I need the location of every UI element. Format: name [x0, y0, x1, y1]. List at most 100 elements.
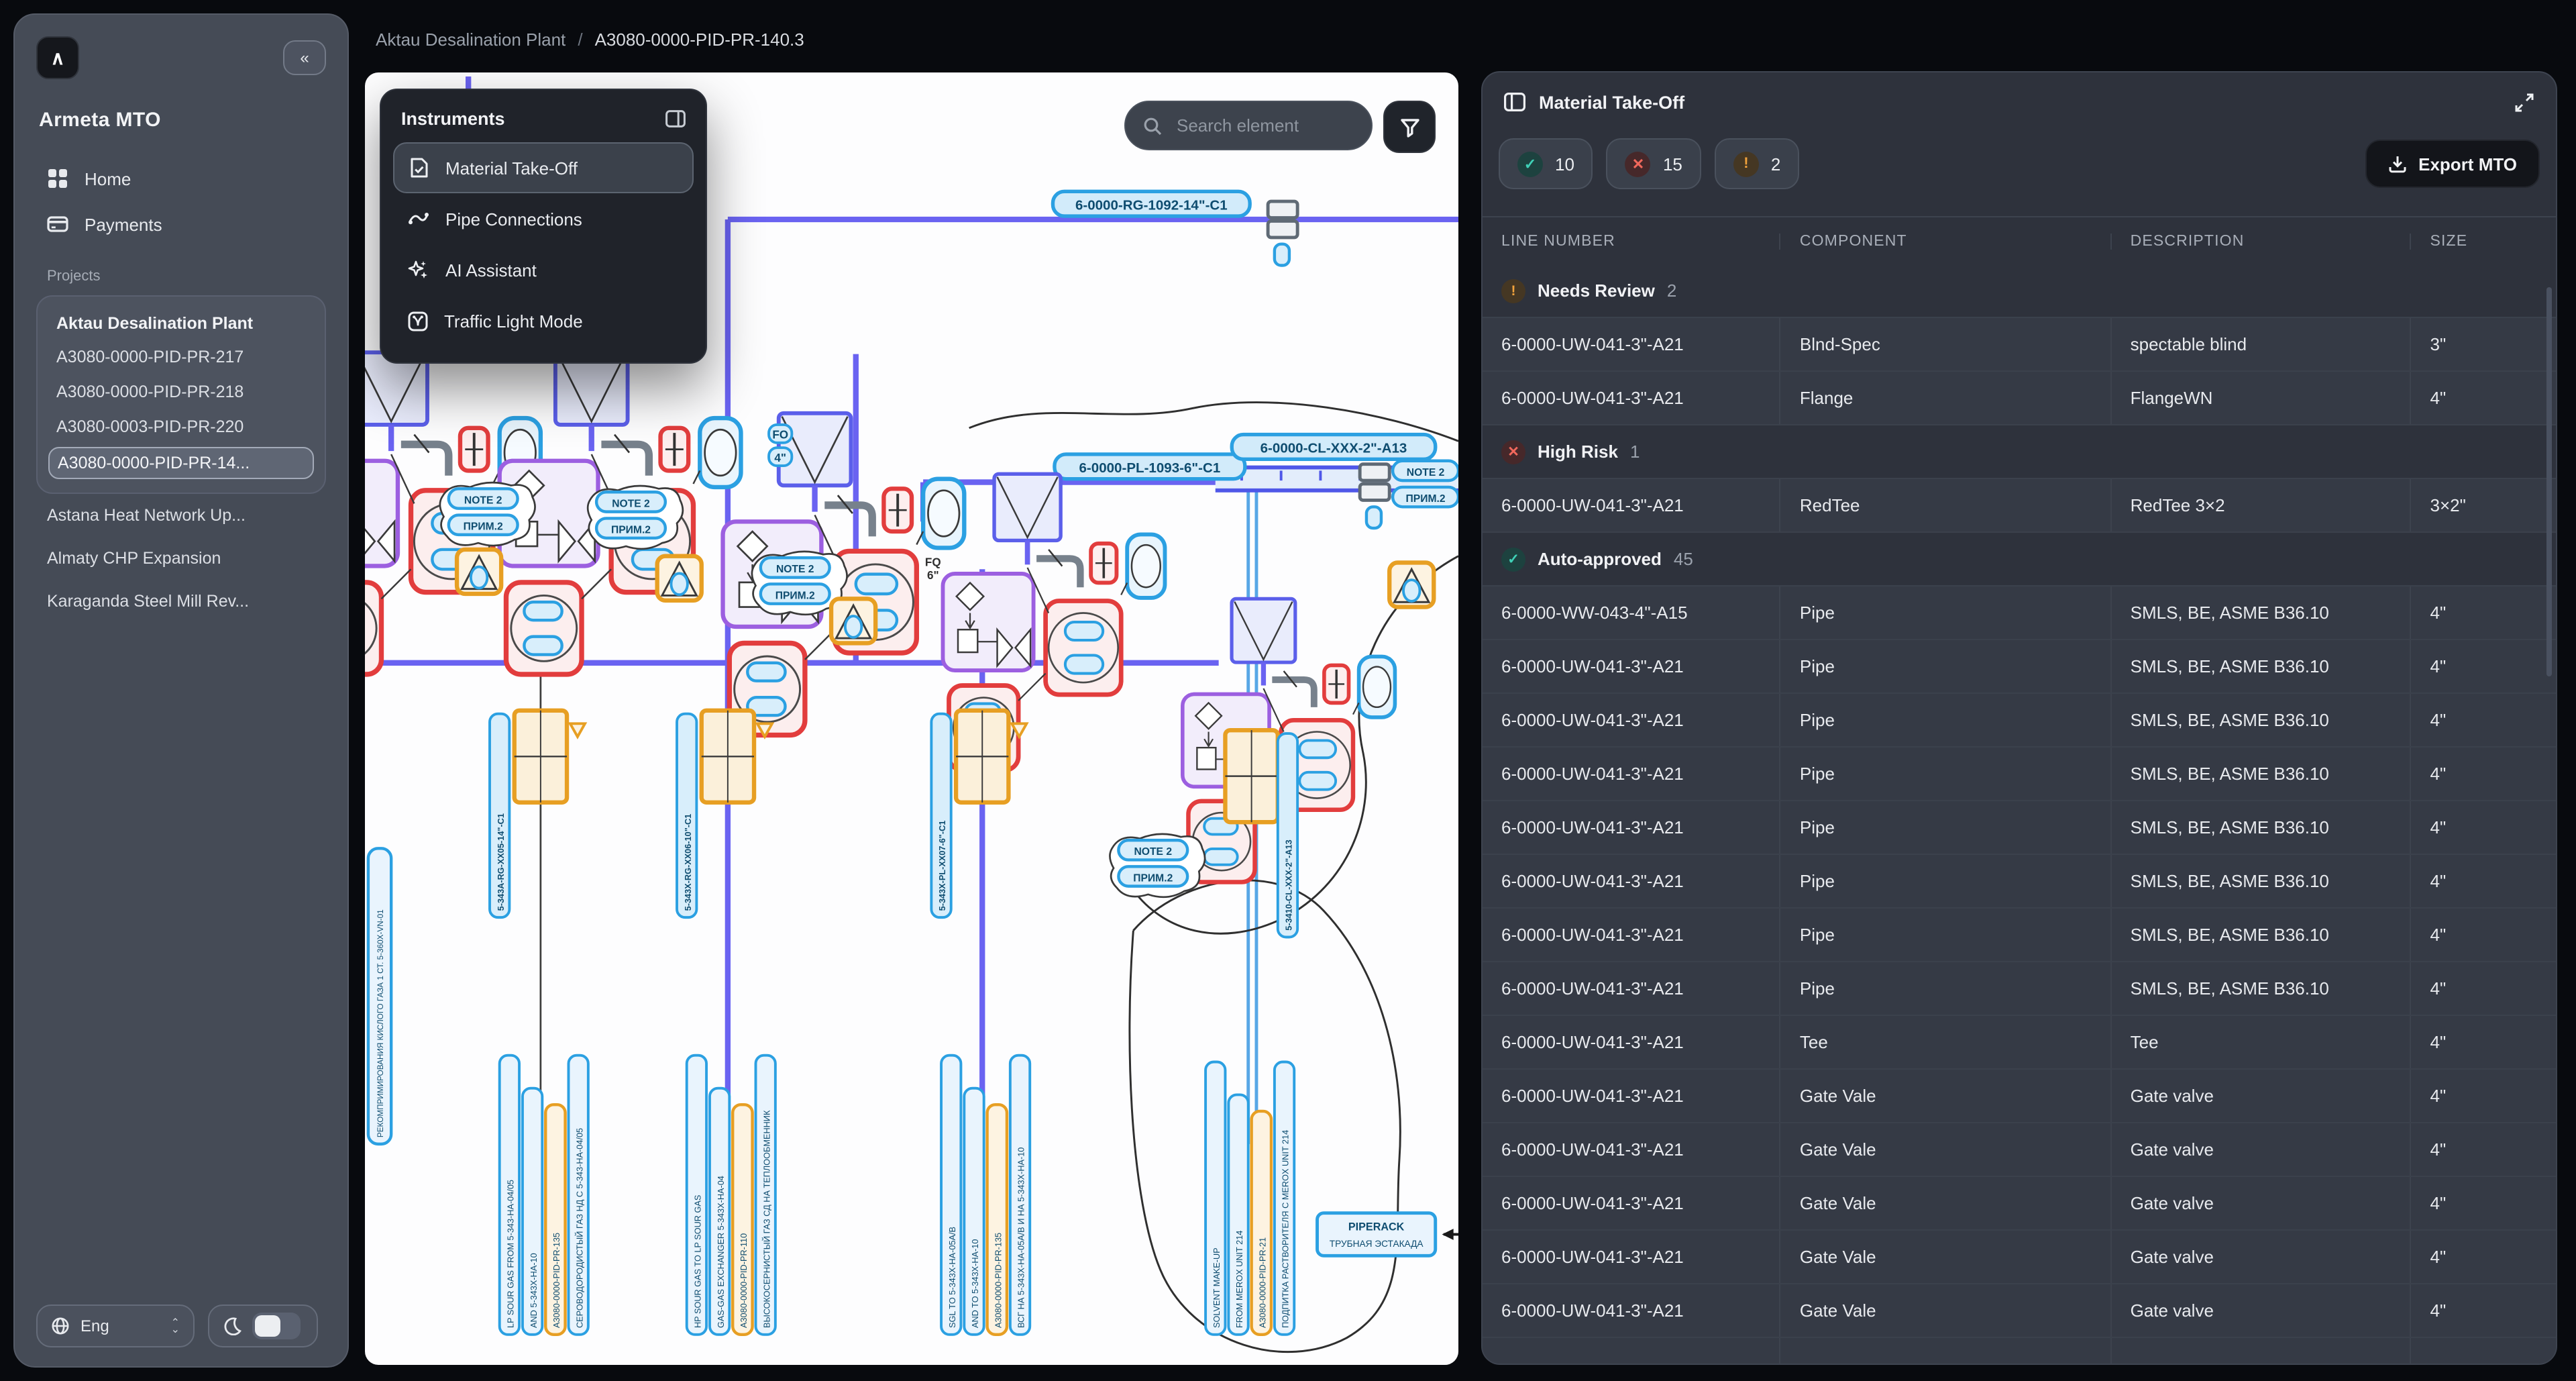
table-cell: 6-0000-UW-041-3"-A21: [1483, 1284, 1780, 1337]
filter-button[interactable]: [1383, 101, 1436, 153]
svg-text:PIPERACK: PIPERACK: [1348, 1221, 1405, 1233]
table-row[interactable]: 6-0000-UW-041-3"-A21PipeSMLS, BE, ASME B…: [1483, 694, 2556, 748]
table-cell: spectable blind: [2110, 318, 2410, 370]
search-bar[interactable]: [1124, 101, 1373, 150]
instruments-panel: Instruments Material Take-Off Pipe Conne…: [380, 89, 707, 364]
table-row[interactable]: 6-0000-UW-041-3"-A21PipeSMLS, BE, ASME B…: [1483, 748, 2556, 801]
table-row[interactable]: 6-0000-UW-041-3"-A21PipeSMLS, BE, ASME B…: [1483, 962, 2556, 1016]
instrument-item-ai-assistant[interactable]: AI Assistant: [393, 244, 694, 295]
table-cell: SMLS, BE, ASME B36.10: [2110, 748, 2410, 800]
sidebar-item-home[interactable]: Home: [36, 156, 326, 201]
theme-switch[interactable]: [252, 1313, 301, 1339]
element-tag[interactable]: [1366, 507, 1381, 528]
language-select[interactable]: Eng ⌃⌄: [36, 1305, 195, 1347]
table-cell: RedTee: [1780, 479, 2110, 531]
table-cell: 6-0000-UW-041-3"-A21: [1483, 318, 1780, 370]
line-tag[interactable]: 6-0000-PL-1093-6"-C1: [1055, 454, 1245, 479]
table-row[interactable]: 6-0000-UW-041-3"-A21FlangeFlangeWN4": [1483, 372, 2556, 425]
table-row[interactable]: 6-0000-UW-041-3"-A21Gate ValeGate valve4…: [1483, 1231, 2556, 1284]
column-header[interactable]: DESCRIPTION: [2110, 234, 2410, 250]
sidebar-item-payments[interactable]: Payments: [36, 201, 326, 247]
table-cell: 6-0000-UW-041-3"-A21: [1483, 1016, 1780, 1068]
table-cell: Gate valve: [2110, 1284, 2410, 1337]
table-row[interactable]: 6-0000-UW-041-3"-A21Gate ValeGate valve4…: [1483, 1284, 2556, 1338]
instrument-item-material-take-off[interactable]: Material Take-Off: [393, 142, 694, 193]
project-item[interactable]: Karaganda Steel Mill Rev...: [36, 580, 326, 623]
group-count: 1: [1630, 442, 1640, 462]
risk-count-badge[interactable]: ✕ 15: [1607, 138, 1701, 189]
column-header[interactable]: COMPONENT: [1780, 234, 2110, 250]
review-count-badge[interactable]: ! 2: [1715, 138, 1799, 189]
expand-button[interactable]: [2514, 92, 2534, 112]
table-row[interactable]: [1483, 1338, 2556, 1364]
svg-text:A3080-0000-PID-PR-21: A3080-0000-PID-PR-21: [1257, 1237, 1267, 1328]
instrument-item-traffic-light-mode[interactable]: Traffic Light Mode: [393, 295, 694, 346]
table-row[interactable]: 6-0000-UW-041-3"-A21Gate ValeGate valve4…: [1483, 1123, 2556, 1177]
drawing-item[interactable]: A3080-0000-PID-PR-218: [48, 377, 314, 407]
scrollbar-thumb[interactable]: [2546, 287, 2552, 676]
svg-text:5-343X-RG-XX06-10"-C1: 5-343X-RG-XX06-10"-C1: [683, 814, 693, 911]
svg-text:ПОДПИТКА РАСТВОРИТЕЛЯ С MEROX: ПОДПИТКА РАСТВОРИТЕЛЯ С MEROX UNIT 214: [1281, 1130, 1291, 1328]
search-icon: [1143, 116, 1162, 135]
language-value: Eng: [80, 1317, 109, 1335]
group-header-row[interactable]: ✓Auto-approved45: [1483, 533, 2556, 586]
triangle-symbol[interactable]: [1389, 562, 1434, 607]
table-cell: 6-0000-UW-041-3"-A21: [1483, 1070, 1780, 1122]
search-input[interactable]: [1174, 114, 1340, 137]
table-cell: Gate valve: [2110, 1177, 2410, 1229]
table-row[interactable]: 6-0000-UW-041-3"-A21PipeSMLS, BE, ASME B…: [1483, 640, 2556, 694]
svg-text:NOTE 2: NOTE 2: [776, 564, 814, 575]
svg-text:FO: FO: [772, 428, 788, 442]
flange-symbol[interactable]: [1268, 201, 1297, 238]
group-count: 45: [1674, 549, 1693, 569]
table-cell: RedTee 3×2: [2110, 479, 2410, 531]
table-row[interactable]: 6-0000-UW-041-3"-A21Gate ValeGate valve4…: [1483, 1177, 2556, 1231]
drawing-item[interactable]: A3080-0000-PID-PR-217: [48, 342, 314, 372]
offpage-connector[interactable]: [702, 711, 772, 803]
table-cell: SMLS, BE, ASME B36.10: [2110, 640, 2410, 693]
panel-layout-icon[interactable]: [1504, 93, 1525, 111]
panel-layout-icon[interactable]: [665, 110, 686, 127]
table-cell: [1780, 1338, 2110, 1364]
project-item[interactable]: Astana Heat Network Up...: [36, 494, 326, 537]
table-cell: [1483, 1338, 1780, 1364]
line-tag[interactable]: 6-0000-RG-1092-14"-C1: [1053, 191, 1250, 216]
export-mto-button[interactable]: Export MTO: [2365, 140, 2540, 188]
svg-text:NOTE 2: NOTE 2: [612, 498, 650, 509]
table-row[interactable]: 6-0000-UW-041-3"-A21PipeSMLS, BE, ASME B…: [1483, 855, 2556, 909]
table-row[interactable]: 6-0000-WW-043-4"-A15PipeSMLS, BE, ASME B…: [1483, 586, 2556, 640]
triangle-symbol[interactable]: [657, 556, 702, 601]
table-row[interactable]: 6-0000-UW-041-3"-A21PipeSMLS, BE, ASME B…: [1483, 801, 2556, 855]
table-row[interactable]: 6-0000-UW-041-3"-A21Blnd-Specspectable b…: [1483, 318, 2556, 372]
brand-title: Armeta MTO: [39, 109, 323, 132]
expand-icon: [2514, 92, 2534, 112]
download-icon: [2387, 154, 2406, 173]
table-row[interactable]: 6-0000-UW-041-3"-A21RedTeeRedTee 3×23×2": [1483, 479, 2556, 533]
column-header[interactable]: LINE NUMBER: [1483, 234, 1780, 250]
drawing-item[interactable]: A3080-0003-PID-PR-220: [48, 412, 314, 442]
sidebar-collapse-button[interactable]: «: [283, 40, 326, 75]
table-row[interactable]: 6-0000-UW-041-3"-A21TeeTee4": [1483, 1016, 2556, 1070]
brand-logo-icon: ∧: [36, 36, 79, 79]
table-row[interactable]: 6-0000-UW-041-3"-A21Gate ValeGate valve4…: [1483, 1070, 2556, 1123]
instrument-item-pipe-connections[interactable]: Pipe Connections: [393, 193, 694, 244]
drawing-item-selected[interactable]: A3080-0000-PID-PR-14...: [48, 447, 314, 479]
pid-canvas[interactable]: 6-0000-RG-1092-14"-C1 6-0000-PL-1093-6"-…: [365, 72, 1458, 1365]
table-row[interactable]: 6-0000-UW-041-3"-A21PipeSMLS, BE, ASME B…: [1483, 909, 2556, 962]
approved-count-badge[interactable]: ✓ 10: [1499, 138, 1593, 189]
element-tag[interactable]: [1275, 244, 1289, 266]
triangle-symbol[interactable]: [457, 550, 501, 594]
table-cell: 6-0000-UW-041-3"-A21: [1483, 479, 1780, 531]
danger-status-icon: ✕: [1501, 440, 1525, 464]
column-header[interactable]: SIZE: [2410, 234, 2557, 250]
flange-symbol[interactable]: [1360, 464, 1389, 501]
triangle-symbol[interactable]: [831, 599, 875, 643]
group-header-row[interactable]: ✕High Risk1: [1483, 425, 2556, 479]
theme-toggle[interactable]: [208, 1305, 318, 1347]
breadcrumb-project[interactable]: Aktau Desalination Plant: [376, 30, 566, 50]
project-name[interactable]: Aktau Desalination Plant: [48, 310, 314, 337]
project-item[interactable]: Almaty CHP Expansion: [36, 537, 326, 580]
line-tag[interactable]: 6-0000-CL-XXX-2"-A13: [1232, 435, 1435, 460]
group-header-row[interactable]: !Needs Review2: [1483, 264, 2556, 318]
offpage-connector[interactable]: [515, 711, 585, 803]
